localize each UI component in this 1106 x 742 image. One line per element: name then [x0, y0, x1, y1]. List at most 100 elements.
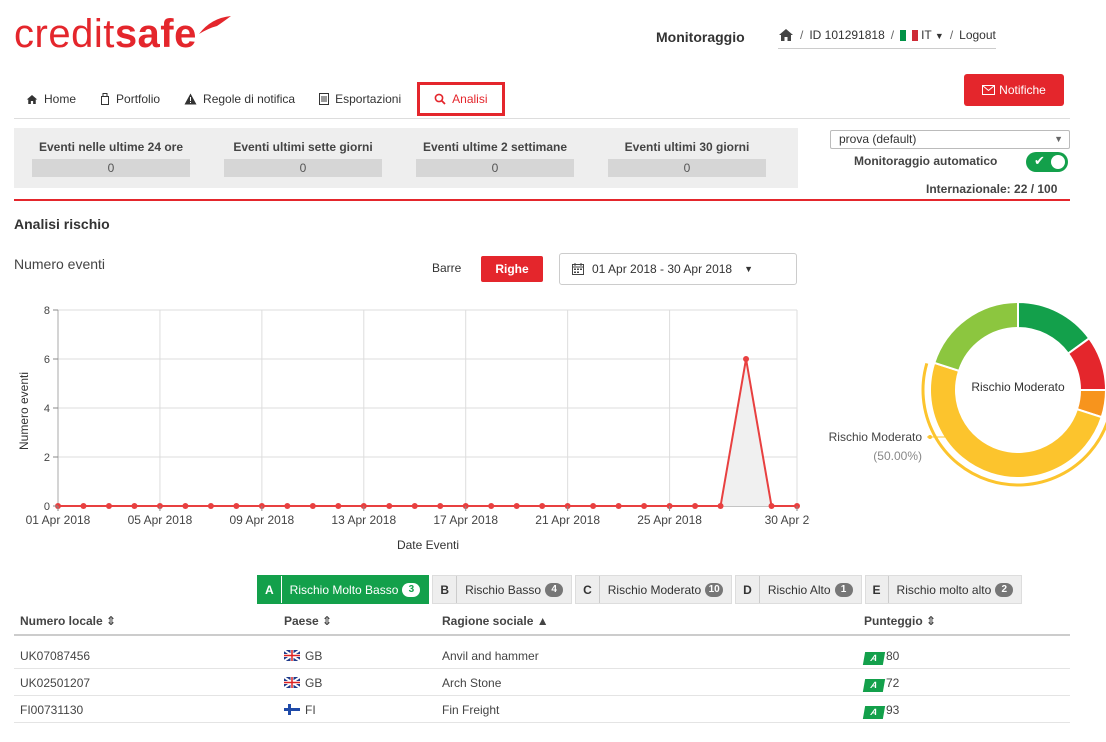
y-tick-label: 6: [44, 354, 50, 366]
bars-view-button[interactable]: Barre: [432, 261, 461, 275]
stat-30d: Eventi ultimi 30 giorni 0: [592, 128, 782, 188]
portfolio-select[interactable]: prova (default) ▼: [830, 130, 1070, 149]
tab-risk-a[interactable]: A Rischio Molto Basso 3: [257, 575, 430, 604]
tab-risk-b[interactable]: B Rischio Basso 4: [432, 575, 573, 604]
nav-portfolio[interactable]: Portfolio: [88, 84, 172, 114]
data-point[interactable]: [692, 503, 699, 509]
data-point[interactable]: [641, 503, 648, 509]
data-point[interactable]: [437, 503, 444, 509]
table-row[interactable]: FI00731130 FI Fin Freight A 93: [14, 696, 1070, 723]
donut-highlight-label: Rischio Moderato: [829, 430, 923, 444]
series-line: [58, 358, 797, 507]
table-header: Numero locale ⇕ Paese ⇕ Ragione sociale …: [14, 606, 1070, 636]
donut-highlight-percent: (50.00%): [873, 449, 922, 463]
count-badge: 4: [545, 582, 564, 597]
envelope-icon: [982, 85, 996, 95]
grade-badge: A: [862, 706, 886, 719]
uk-flag-icon: [284, 677, 300, 688]
chart-title: Numero eventi: [14, 256, 106, 272]
home-icon[interactable]: [778, 28, 794, 42]
account-id: ID 101291818: [809, 28, 885, 42]
donut-slice-b[interactable]: [933, 300, 1019, 373]
count-badge: 10: [705, 582, 724, 597]
y-tick-label: 4: [44, 403, 50, 415]
uk-flag-icon: [284, 650, 300, 661]
sort-name-header[interactable]: Ragione sociale ▲: [442, 614, 549, 628]
nav-home[interactable]: Home: [14, 84, 88, 114]
section-divider: [14, 199, 1070, 201]
data-point[interactable]: [207, 503, 214, 509]
data-point[interactable]: [131, 503, 138, 509]
y-tick-label: 2: [44, 452, 50, 464]
page-title: Monitoraggio: [656, 29, 745, 45]
nav-analysis[interactable]: Analisi: [417, 82, 505, 116]
search-icon: [434, 93, 446, 105]
donut-center-label: Rischio Moderato: [971, 380, 1065, 394]
data-point[interactable]: [233, 503, 240, 509]
data-point[interactable]: [488, 503, 495, 509]
data-point[interactable]: [513, 503, 520, 509]
data-point[interactable]: [284, 503, 291, 509]
italy-flag-icon: [900, 30, 919, 42]
data-point[interactable]: [768, 503, 775, 509]
sort-number-header[interactable]: Numero locale ⇕: [20, 614, 116, 628]
grade-badge: A: [862, 679, 886, 692]
logout-link[interactable]: Logout: [959, 28, 996, 42]
data-point[interactable]: [105, 503, 112, 509]
x-tick-label: 09 Apr 2018: [229, 513, 294, 527]
y-axis-label: Numero eventi: [17, 372, 31, 450]
language-selector[interactable]: IT ▼: [900, 28, 944, 42]
event-stats-panel: Eventi nelle ultime 24 ore 0 Eventi ultim…: [14, 128, 798, 188]
nav-notification-rules[interactable]: Regole di notifica: [172, 84, 307, 114]
grade-badge: A: [862, 652, 886, 665]
date-range-picker[interactable]: 01 Apr 2018 - 30 Apr 2018 ▼: [559, 253, 797, 285]
stat-value: 0: [224, 159, 382, 177]
data-point[interactable]: [590, 503, 597, 509]
x-tick-label: 17 Apr 2018: [433, 513, 498, 527]
data-point[interactable]: [615, 503, 622, 509]
tab-risk-e[interactable]: E Rischio molto alto 2: [864, 575, 1023, 604]
nav-divider: [14, 118, 1070, 119]
nav-exports[interactable]: Esportazioni: [307, 84, 413, 114]
data-point[interactable]: [80, 503, 87, 509]
main-nav: Home Portfolio Regole di notifica Esport…: [14, 80, 505, 118]
sort-score-header[interactable]: Punteggio ⇕: [864, 614, 936, 628]
auto-monitoring-toggle[interactable]: ✔: [1026, 152, 1068, 172]
table-row[interactable]: UK02501207 GB Arch Stone A 72: [14, 669, 1070, 696]
sort-country-header[interactable]: Paese ⇕: [284, 614, 332, 628]
data-point[interactable]: [717, 503, 724, 509]
creditsafe-logo[interactable]: creditsafe: [14, 12, 233, 56]
x-tick-label: 30 Apr 2018: [765, 513, 810, 527]
label-dot: [928, 435, 932, 439]
header-links: / ID 101291818 / IT ▼ / Logout: [778, 24, 996, 49]
notifications-button[interactable]: Notifiche: [964, 74, 1064, 106]
table-row[interactable]: UK07087456 GB Anvil and hammer A 80: [14, 642, 1070, 669]
logo-swoosh-icon: [198, 16, 231, 34]
data-point[interactable]: [182, 503, 189, 509]
check-icon: ✔: [1034, 153, 1045, 168]
stat-value: 0: [32, 159, 190, 177]
x-tick-label: 13 Apr 2018: [331, 513, 396, 527]
data-point[interactable]: [309, 503, 316, 509]
x-tick-label: 05 Apr 2018: [128, 513, 193, 527]
warning-icon: [184, 93, 197, 105]
risk-donut-chart: Rischio Moderato Rischio Moderato (50.00…: [829, 300, 1106, 487]
data-point[interactable]: [411, 503, 418, 509]
data-point[interactable]: [539, 503, 546, 509]
risk-tabs: A Rischio Molto Basso 3 B Rischio Basso 4 CR…: [257, 575, 1023, 604]
tab-risk-c[interactable]: C Rischio Moderato 10: [575, 575, 733, 604]
y-tick-label: 0: [44, 501, 50, 513]
data-point[interactable]: [743, 356, 750, 362]
lines-view-button[interactable]: Righe: [481, 256, 543, 282]
tab-risk-d[interactable]: D Rischio Alto 1: [735, 575, 862, 604]
data-point[interactable]: [386, 503, 393, 509]
caret-down-icon: ▼: [1054, 134, 1063, 144]
x-tick-label: 25 Apr 2018: [637, 513, 702, 527]
document-icon: [319, 93, 330, 105]
count-badge: 2: [995, 582, 1014, 597]
data-point[interactable]: [335, 503, 342, 509]
stat-value: 0: [416, 159, 574, 177]
finland-flag-icon: [284, 704, 300, 715]
auto-monitoring-label: Monitoraggio automatico: [854, 154, 998, 168]
caret-down-icon: ▼: [934, 31, 944, 41]
